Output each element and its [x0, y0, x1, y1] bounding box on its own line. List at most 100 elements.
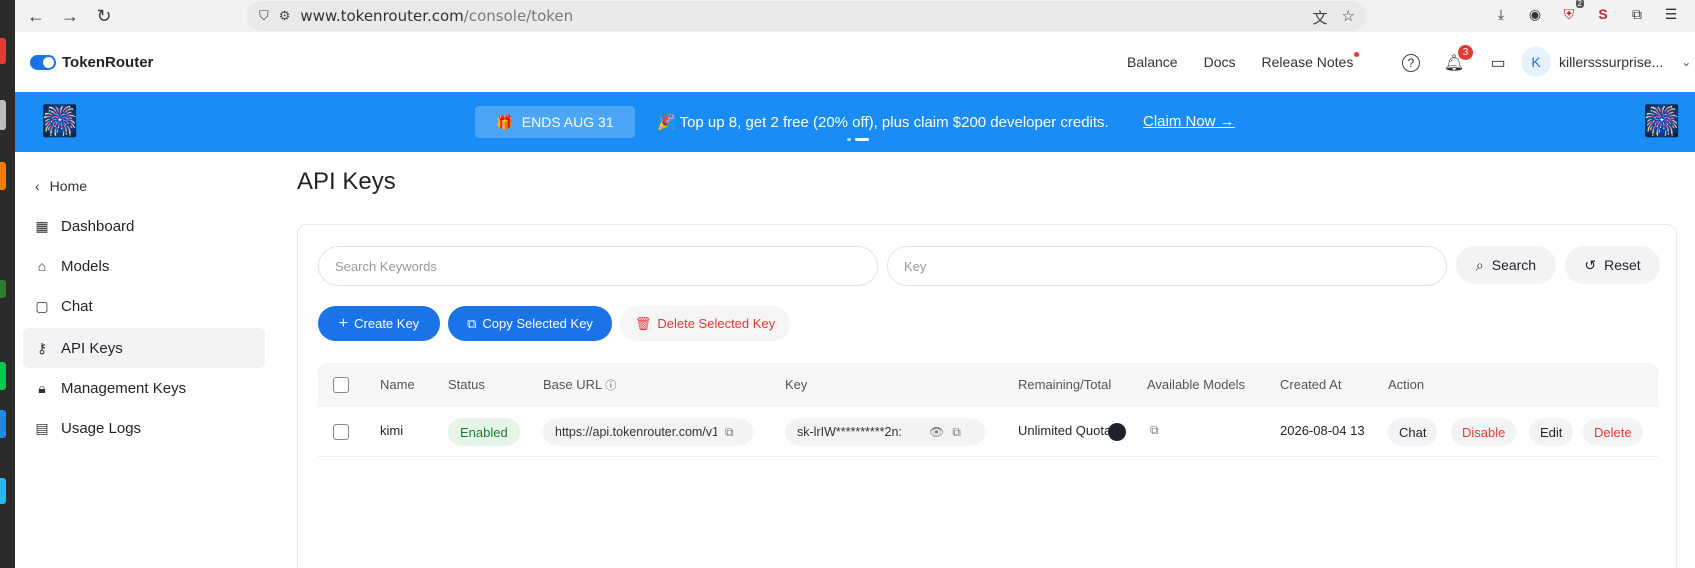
copy-icon[interactable]: ⧉ — [1150, 423, 1159, 438]
sidebar-item-label: Chat — [61, 297, 93, 315]
copy-icon: ⧉ — [467, 315, 477, 331]
delete-button[interactable]: Delete — [1583, 418, 1643, 446]
url-path: /console/token — [463, 7, 574, 25]
taskbar-app-icon[interactable] — [0, 162, 6, 190]
username: killersssurprise... — [1559, 54, 1664, 70]
sidebar-item-chat[interactable]: ▢ Chat — [23, 286, 265, 326]
col-action: Action — [1388, 377, 1425, 392]
search-button-label: Search — [1491, 257, 1537, 273]
chat-button[interactable]: Chat — [1388, 418, 1438, 446]
col-key: Key — [785, 377, 808, 392]
os-taskbar — [0, 0, 15, 568]
taskbar-app-icon[interactable] — [0, 478, 6, 504]
copy-icon[interactable]: ⧉ — [952, 425, 961, 440]
base-url-chip: https://api.tokenrouter.com/v1 ⧉ — [543, 418, 753, 446]
ublock-extension-icon[interactable]: ⛨ 2 — [1559, 0, 1584, 24]
disable-button[interactable]: Disable — [1451, 418, 1517, 446]
notification-count-badge: 3 — [1458, 45, 1473, 60]
taskbar-app-icon[interactable] — [0, 280, 6, 298]
sidebar-item-management-keys[interactable]: 🔒︎ Management Keys — [23, 368, 265, 408]
table-row: kimi Enabled https://api.tokenrouter.com… — [318, 407, 1658, 457]
site-settings-icon[interactable]: ⚙ — [279, 8, 291, 24]
copy-icon[interactable]: ⧉ — [725, 425, 734, 440]
store-icon: ⌂ — [37, 258, 47, 274]
taskbar-app-icon[interactable] — [0, 38, 6, 64]
carousel-dots — [847, 138, 869, 141]
copy-selected-key-button[interactable]: ⧉ Copy Selected Key — [448, 306, 612, 341]
menu-icon[interactable]: ☰ — [1661, 4, 1681, 24]
profile-icon[interactable]: ◉ — [1525, 4, 1545, 24]
trash-icon: 🗑︎ — [634, 315, 652, 331]
download-icon[interactable]: ⤓ — [1491, 4, 1511, 24]
carousel-dot-active[interactable] — [855, 138, 869, 141]
reset-icon: ↺ — [1584, 256, 1597, 273]
select-all-checkbox[interactable] — [333, 377, 349, 393]
sidebar-item-usage-logs[interactable]: ▤ Usage Logs — [23, 408, 265, 448]
reset-button[interactable]: ↺ Reset — [1565, 246, 1660, 284]
create-key-button[interactable]: + Create Key — [318, 306, 440, 341]
key-icon: ⚷ — [36, 339, 48, 356]
info-icon[interactable]: ⓘ — [605, 380, 616, 392]
row-checkbox[interactable] — [333, 424, 349, 440]
sidebar-home-link[interactable]: ‹ Home — [35, 178, 87, 194]
claim-now-link[interactable]: Claim Now → — [1143, 113, 1235, 130]
translate-icon[interactable]: 文 — [1313, 7, 1328, 28]
col-created-at: Created At — [1280, 377, 1342, 392]
sidebar-item-label: Management Keys — [61, 379, 187, 397]
address-bar[interactable]: ⛉ ⚙ www.tokenrouter.com/console/token 文 … — [247, 1, 1367, 31]
gift-icon: 🎁 — [496, 113, 514, 130]
header-nav: Balance Docs Release Notes — [1127, 32, 1360, 92]
firework-icon: 🎆 — [41, 105, 79, 138]
plus-icon: + — [338, 314, 349, 332]
search-icon: ⌕ — [1475, 256, 1484, 273]
dashboard-grid-icon: ▦ — [35, 217, 49, 234]
create-key-label: Create Key — [354, 316, 420, 331]
back-arrow-icon[interactable]: ← — [21, 1, 51, 31]
bookmark-star-icon[interactable]: ☆ — [1342, 7, 1355, 28]
delete-selected-key-button[interactable]: 🗑︎ Delete Selected Key — [620, 306, 790, 341]
forward-arrow-icon[interactable]: → — [55, 1, 85, 31]
key-masked-text: sk-lrIW**********2n: — [797, 425, 902, 439]
nav-balance[interactable]: Balance — [1127, 54, 1178, 70]
sidebar-item-models[interactable]: ⌂ Models — [23, 246, 265, 286]
promo-banner: 🎆 🎁 ENDS AUG 31 🎉 Top up 8, get 2 free (2… — [15, 92, 1695, 152]
carousel-dot[interactable] — [847, 138, 851, 141]
user-menu[interactable]: K killersssurprise... ⌄ — [1521, 47, 1691, 77]
sidebar-item-label: Dashboard — [61, 217, 135, 235]
taskbar-app-icon[interactable] — [0, 100, 6, 130]
avatar: K — [1521, 47, 1551, 77]
extension-badge: 2 — [1575, 0, 1584, 8]
help-icon[interactable]: ? — [1402, 54, 1420, 72]
chat-bubble-icon: ▢ — [35, 297, 49, 314]
bell-icon[interactable]: 🔔︎ 3 — [1443, 45, 1473, 74]
eye-icon[interactable]: 👁︎ — [929, 425, 944, 439]
shield-icon: ⛉ — [259, 8, 269, 23]
url-host: www.tokenrouter.com — [300, 7, 464, 25]
promo-text: 🎉 Top up 8, get 2 free (20% off), plus c… — [657, 114, 1109, 131]
taskbar-app-icon[interactable] — [0, 410, 6, 438]
search-keywords-input[interactable]: Search Keywords — [318, 246, 878, 286]
brand-logo[interactable]: TokenRouter — [30, 54, 153, 71]
col-base-url-label: Base URL — [543, 377, 602, 392]
nav-docs[interactable]: Docs — [1204, 54, 1236, 70]
edit-button[interactable]: Edit — [1529, 418, 1574, 446]
reload-icon[interactable]: ↻ — [89, 1, 119, 31]
chevron-down-icon: ⌄ — [1681, 55, 1692, 69]
document-icon: ▤ — [35, 419, 49, 436]
s-extension-icon[interactable]: S — [1593, 4, 1613, 24]
key-input[interactable]: Key — [887, 246, 1447, 286]
copy-selected-key-label: Copy Selected Key — [482, 316, 593, 331]
taskbar-app-icon[interactable] — [0, 362, 6, 390]
col-status: Status — [448, 377, 485, 392]
nav-release-notes[interactable]: Release Notes — [1262, 52, 1360, 70]
sidebar-item-dashboard[interactable]: ▦ Dashboard — [23, 206, 265, 246]
sidebar: ‹ Home ▦ Dashboard ⌂ Models ▢ Chat ⚷ API Keys… — [15, 152, 265, 568]
delete-selected-key-label: Delete Selected Key — [657, 316, 776, 331]
monitor-icon[interactable]: ▭ — [1487, 52, 1509, 74]
extensions-puzzle-icon[interactable]: ⧉ — [1627, 4, 1647, 24]
new-indicator-dot — [1354, 52, 1360, 57]
sidebar-item-api-keys[interactable]: ⚷ API Keys — [23, 328, 265, 368]
search-button[interactable]: ⌕ Search — [1456, 246, 1556, 284]
sidebar-home-label: Home — [49, 178, 88, 194]
table-header: Name Status Base URL ⓘ Key Remaining/Tot… — [318, 363, 1658, 407]
